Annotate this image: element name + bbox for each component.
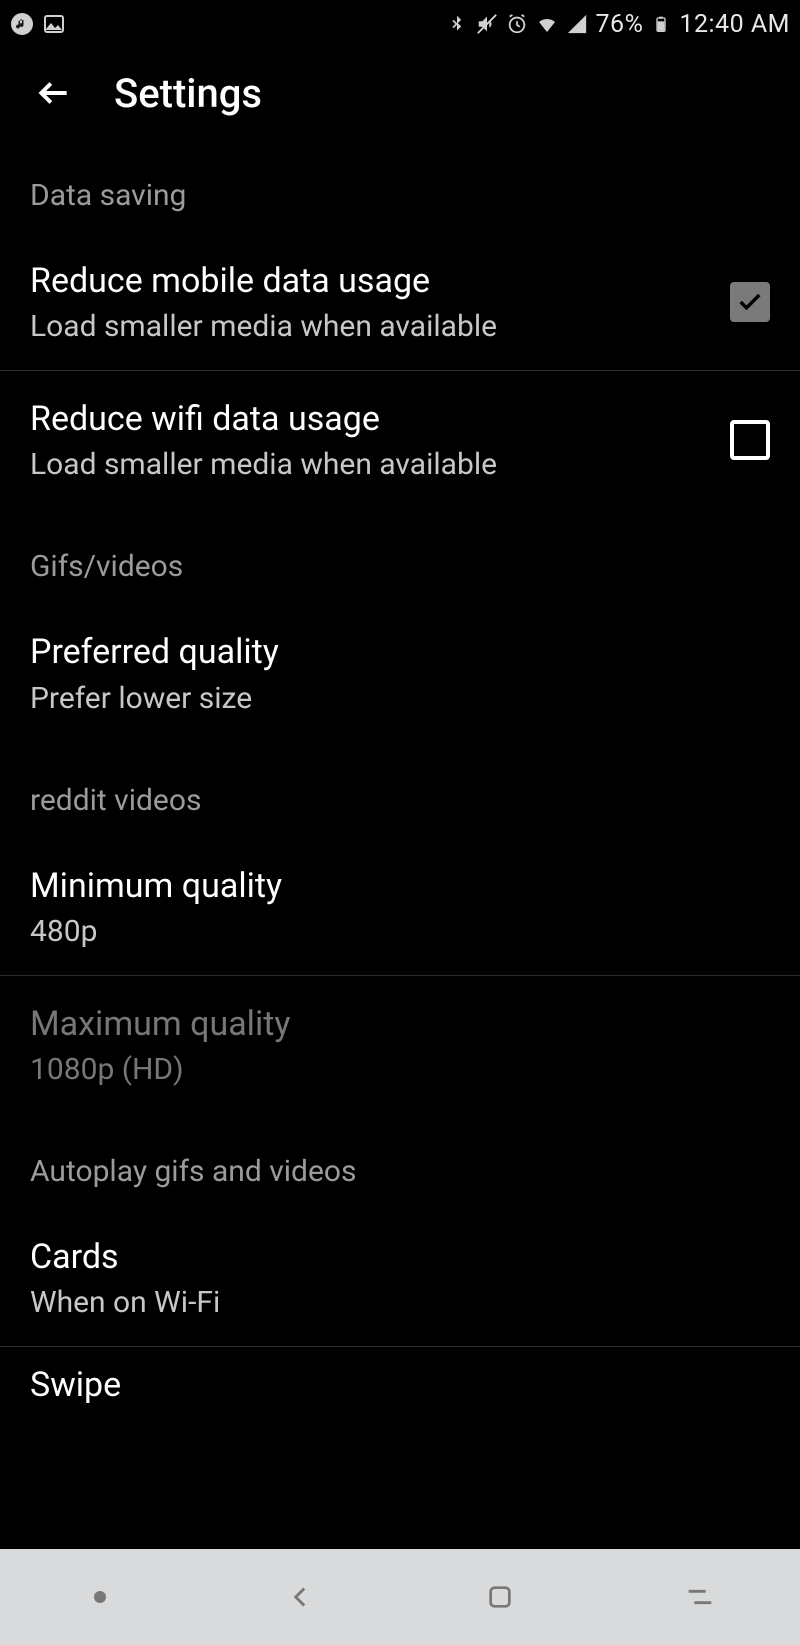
row-title: Cards (30, 1235, 770, 1279)
nav-recent-dot[interactable] (70, 1567, 130, 1627)
mute-icon (475, 12, 499, 36)
row-title: Swipe (30, 1365, 770, 1405)
row-subtitle: When on Wi-Fi (30, 1285, 770, 1320)
row-maximum-quality[interactable]: Maximum quality 1080p (HD) (0, 976, 800, 1114)
battery-icon (649, 12, 673, 36)
row-minimum-quality[interactable]: Minimum quality 480p (0, 838, 800, 976)
row-autoplay-cards[interactable]: Cards When on Wi-Fi (0, 1209, 800, 1347)
section-header-reddit-videos: reddit videos (0, 743, 800, 838)
row-reduce-mobile-data[interactable]: Reduce mobile data usage Load smaller me… (0, 233, 800, 371)
check-icon (736, 288, 764, 316)
row-title: Reduce mobile data usage (30, 259, 706, 303)
arrow-left-icon (35, 74, 73, 112)
nav-recents-button[interactable] (670, 1567, 730, 1627)
bluetooth-icon (445, 12, 469, 36)
row-subtitle: Load smaller media when available (30, 309, 706, 344)
nav-back-button[interactable] (270, 1567, 330, 1627)
settings-list: Data saving Reduce mobile data usage Loa… (0, 138, 800, 1405)
section-header-gifs-videos: Gifs/videos (0, 509, 800, 604)
row-autoplay-swipe[interactable]: Swipe (0, 1347, 800, 1405)
app-bar: Settings (0, 48, 800, 138)
checkbox-reduce-mobile[interactable] (730, 282, 770, 322)
row-reduce-wifi-data[interactable]: Reduce wifi data usage Load smaller medi… (0, 371, 800, 509)
system-nav-bar (0, 1549, 800, 1645)
row-title: Preferred quality (30, 630, 770, 674)
wifi-icon (535, 12, 559, 36)
clock-text: 12:40 AM (679, 10, 790, 39)
nav-recents-icon (683, 1580, 717, 1614)
nav-home-button[interactable] (470, 1567, 530, 1627)
section-header-autoplay: Autoplay gifs and videos (0, 1114, 800, 1209)
row-subtitle: Prefer lower size (30, 681, 770, 716)
signal-icon (565, 12, 589, 36)
page-title: Settings (114, 70, 262, 117)
back-button[interactable] (30, 69, 78, 117)
row-preferred-quality[interactable]: Preferred quality Prefer lower size (0, 604, 800, 742)
row-subtitle: 1080p (HD) (30, 1052, 770, 1087)
row-title: Reduce wifi data usage (30, 397, 706, 441)
battery-percentage: 76% (595, 10, 643, 39)
section-header-data-saving: Data saving (0, 138, 800, 233)
row-subtitle: 480p (30, 914, 770, 949)
nav-home-icon (484, 1581, 516, 1613)
nav-back-icon (283, 1580, 317, 1614)
image-icon (42, 12, 66, 36)
row-title: Maximum quality (30, 1002, 770, 1046)
alarm-icon (505, 12, 529, 36)
row-title: Minimum quality (30, 864, 770, 908)
music-icon (10, 12, 34, 36)
status-bar: 76% 12:40 AM (0, 0, 800, 48)
checkbox-reduce-wifi[interactable] (730, 420, 770, 460)
row-subtitle: Load smaller media when available (30, 447, 706, 482)
